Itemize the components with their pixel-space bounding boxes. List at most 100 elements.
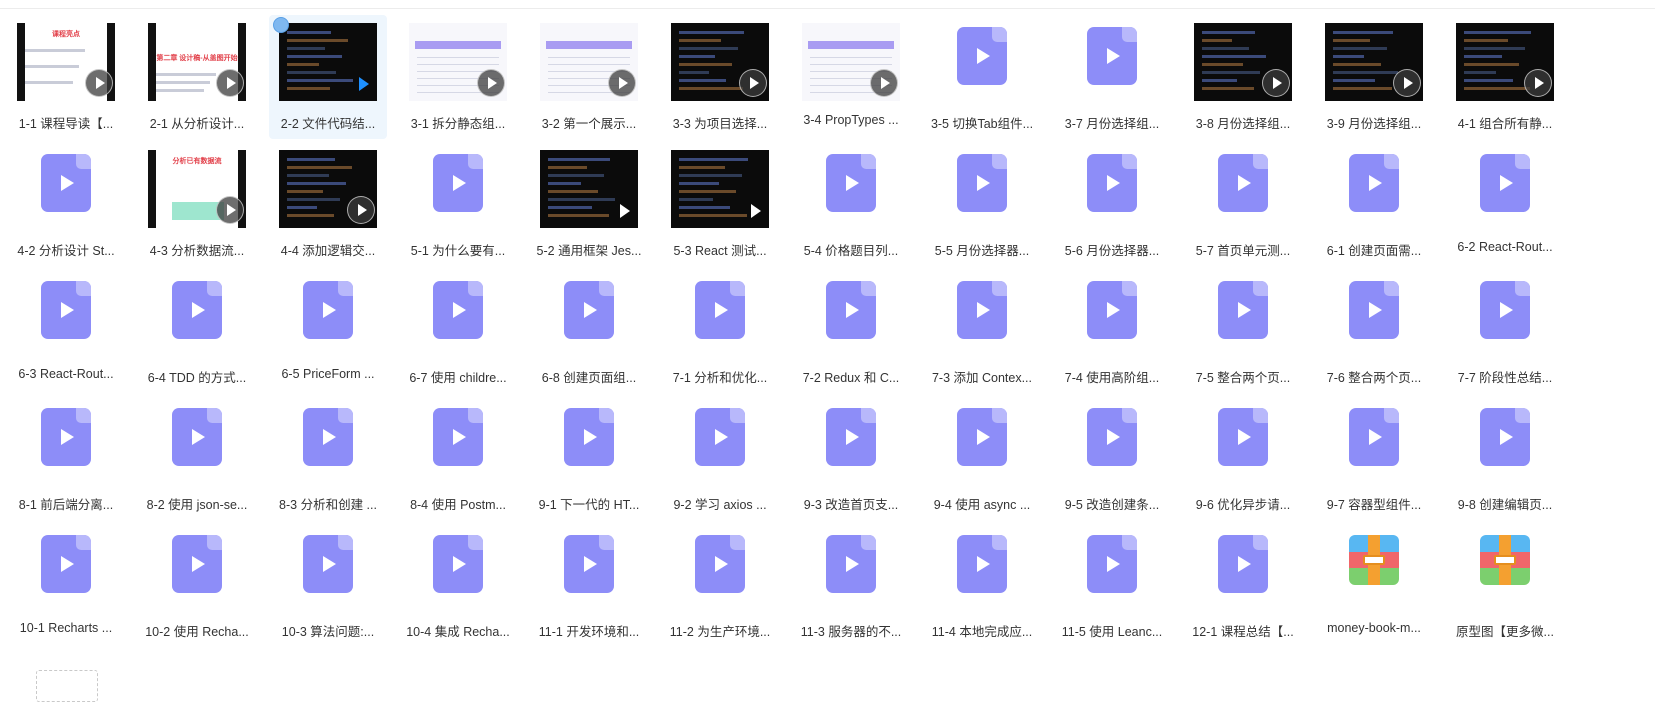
play-icon	[1369, 175, 1382, 191]
file-item[interactable]: 9-7 容器型组件...	[1315, 396, 1433, 520]
file-item[interactable]: 3-8 月份选择组...	[1184, 15, 1302, 139]
file-item[interactable]: 9-6 优化异步请...	[1184, 396, 1302, 520]
play-icon	[85, 69, 113, 97]
file-item[interactable]: 9-2 学习 axios ...	[661, 396, 779, 520]
play-icon	[584, 302, 597, 318]
file-item[interactable]: 10-3 算法问题:...	[269, 523, 387, 647]
file-item[interactable]: 3-7 月份选择组...	[1053, 15, 1171, 139]
play-icon	[192, 302, 205, 318]
file-name: 5-2 通用框架 Jes...	[536, 244, 642, 258]
play-icon	[846, 556, 859, 572]
file-name: 10-2 使用 Recha...	[145, 625, 249, 639]
file-item[interactable]: 4-4 添加逻辑交...	[269, 142, 387, 266]
file-item[interactable]: 12-1 课程总结【...	[1184, 523, 1302, 647]
file-name: 3-4 PropTypes ...	[803, 113, 899, 127]
file-item[interactable]: 6-5 PriceForm ...	[269, 269, 387, 393]
file-item[interactable]: 6-8 创建页面组...	[530, 269, 648, 393]
file-item[interactable]: 7-7 阶段性总结...	[1446, 269, 1564, 393]
file-item[interactable]: 3-5 切换Tab组件...	[923, 15, 1041, 139]
play-icon	[739, 69, 767, 97]
file-item[interactable]: 9-5 改造创建条...	[1053, 396, 1171, 520]
file-item[interactable]: 4-2 分析设计 St...	[7, 142, 125, 266]
file-item[interactable]: 8-4 使用 Postm...	[399, 396, 517, 520]
video-file-icon	[433, 154, 483, 212]
file-item[interactable]: 11-1 开发环境和...	[530, 523, 648, 647]
play-icon	[846, 429, 859, 445]
file-item[interactable]: 6-1 创建页面需...	[1315, 142, 1433, 266]
file-item[interactable]: 5-6 月份选择器...	[1053, 142, 1171, 266]
play-icon	[453, 302, 466, 318]
file-item[interactable]: 2-2 文件代码结...	[269, 15, 387, 139]
file-item[interactable]: 7-5 整合两个页...	[1184, 269, 1302, 393]
file-item[interactable]: 6-3 React-Rout...	[7, 269, 125, 393]
file-name: 4-4 添加逻辑交...	[280, 244, 376, 258]
play-icon	[1107, 302, 1120, 318]
file-name: 6-4 TDD 的方式...	[147, 371, 247, 385]
play-icon	[61, 429, 74, 445]
file-item[interactable]: 9-8 创建编辑页...	[1446, 396, 1564, 520]
file-name: 5-4 价格题目列...	[803, 244, 899, 258]
file-item[interactable]: 3-9 月份选择组...	[1315, 15, 1433, 139]
file-item[interactable]: 第二章 设计稿-从盖图开始 2-1 从分析设计...	[138, 15, 256, 139]
video-file-icon	[41, 535, 91, 593]
play-icon	[1107, 175, 1120, 191]
video-file-icon	[957, 535, 1007, 593]
file-item[interactable]: 5-3 React 测试...	[661, 142, 779, 266]
file-name: 7-2 Redux 和 C...	[802, 371, 900, 385]
video-file-icon	[826, 535, 876, 593]
play-icon	[977, 429, 990, 445]
play-icon	[216, 196, 244, 224]
file-name: 3-9 月份选择组...	[1326, 117, 1422, 131]
file-item[interactable]: 5-2 通用框架 Jes...	[530, 142, 648, 266]
play-icon	[870, 69, 898, 97]
file-item[interactable]: 9-1 下一代的 HT...	[530, 396, 648, 520]
file-item[interactable]: 10-2 使用 Recha...	[138, 523, 256, 647]
file-item[interactable]: 8-1 前后端分离...	[7, 396, 125, 520]
file-item[interactable]: 6-7 使用 childre...	[399, 269, 517, 393]
file-item[interactable]: 7-2 Redux 和 C...	[792, 269, 910, 393]
video-file-icon	[1087, 154, 1137, 212]
file-item[interactable]: 7-6 整合两个页...	[1315, 269, 1433, 393]
file-item[interactable]: 5-5 月份选择器...	[923, 142, 1041, 266]
file-item[interactable]: 8-3 分析和创建 ...	[269, 396, 387, 520]
file-item[interactable]: 分析已有数据流 4-3 分析数据流...	[138, 142, 256, 266]
file-item[interactable]: 11-3 服务器的不...	[792, 523, 910, 647]
file-item[interactable]: 5-1 为什么要有...	[399, 142, 517, 266]
file-item[interactable]: 6-4 TDD 的方式...	[138, 269, 256, 393]
file-item[interactable]: 11-4 本地完成应...	[923, 523, 1041, 647]
file-name: 1-1 课程导读【...	[18, 117, 114, 131]
video-file-icon	[1349, 408, 1399, 466]
play-icon	[846, 175, 859, 191]
file-item[interactable]: 10-4 集成 Recha...	[399, 523, 517, 647]
video-file-icon	[1349, 281, 1399, 339]
file-item[interactable]: 5-4 价格题目列...	[792, 142, 910, 266]
file-grid: 课程亮点 1-1 课程导读【... 第二章 设计稿-从盖图开始 2-1 从分析设计..…	[0, 0, 1655, 714]
file-item[interactable]: 3-1 拆分静态组...	[399, 15, 517, 139]
file-item[interactable]: 7-4 使用高阶组...	[1053, 269, 1171, 393]
file-item[interactable]: 11-5 使用 Leanc...	[1053, 523, 1171, 647]
file-item[interactable]: 9-3 改造首页支...	[792, 396, 910, 520]
file-item[interactable]: 课程亮点 1-1 课程导读【...	[7, 15, 125, 139]
video-thumbnail	[1194, 23, 1292, 101]
video-thumbnail	[1325, 23, 1423, 101]
file-item[interactable]: 7-3 添加 Contex...	[923, 269, 1041, 393]
file-item[interactable]: 10-1 Recharts ...	[7, 523, 125, 647]
file-item[interactable]: 3-3 为项目选择...	[661, 15, 779, 139]
video-file-icon	[1218, 535, 1268, 593]
file-item[interactable]: 9-4 使用 async ...	[923, 396, 1041, 520]
file-item[interactable]: 6-2 React-Rout...	[1446, 142, 1564, 266]
play-icon	[1369, 302, 1382, 318]
file-item[interactable]: money-book-m...	[1315, 523, 1433, 647]
file-item[interactable]: 7-1 分析和优化...	[661, 269, 779, 393]
file-item[interactable]: 5-7 首页单元测...	[1184, 142, 1302, 266]
file-item[interactable]: 11-2 为生产环境...	[661, 523, 779, 647]
selection-check-icon[interactable]	[273, 17, 289, 33]
file-item[interactable]: 3-2 第一个展示...	[530, 15, 648, 139]
play-icon	[1369, 429, 1382, 445]
file-name: 4-2 分析设计 St...	[17, 244, 115, 258]
file-item[interactable]: 8-2 使用 json-se...	[138, 396, 256, 520]
file-item[interactable]: 原型图【更多微...	[1446, 523, 1564, 647]
file-item[interactable]: 4-1 组合所有静...	[1446, 15, 1564, 139]
file-item[interactable]: 3-4 PropTypes ...	[792, 15, 910, 139]
file-name: 9-5 改造创建条...	[1064, 498, 1160, 512]
